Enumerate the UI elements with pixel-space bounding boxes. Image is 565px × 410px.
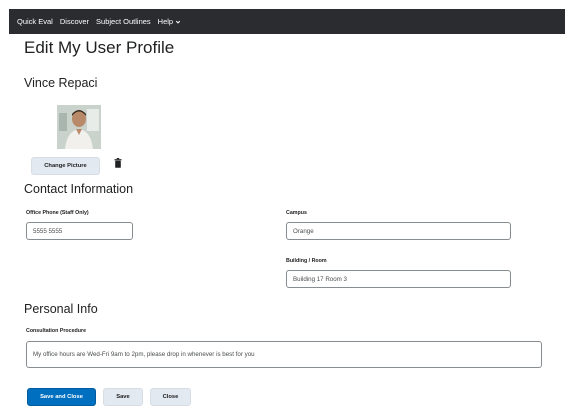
nav-help[interactable]: Help (158, 17, 181, 26)
profile-picture (57, 105, 101, 149)
office-phone-field[interactable] (26, 222, 133, 240)
personal-info-heading: Personal Info (24, 302, 98, 316)
avatar-image (57, 105, 101, 149)
nav-help-label: Help (157, 17, 174, 26)
chevron-down-icon (175, 20, 181, 24)
top-navbar: Quick Eval Discover Subject Outlines Hel… (9, 9, 565, 34)
save-button[interactable]: Save (103, 388, 143, 406)
save-and-close-button[interactable]: Save and Close (27, 388, 96, 406)
page-title: Edit My User Profile (24, 38, 175, 57)
user-display-name: Vince Repaci (24, 76, 98, 90)
building-room-label: Building / Room (286, 258, 327, 264)
office-phone-label: Office Phone (Staff Only) (26, 210, 89, 216)
building-room-field[interactable] (286, 270, 511, 288)
trash-icon[interactable] (114, 158, 122, 168)
campus-label: Campus (286, 210, 307, 216)
contact-information-heading: Contact Information (24, 182, 134, 196)
consultation-procedure-field[interactable] (26, 341, 542, 368)
change-picture-button[interactable]: Change Picture (31, 157, 100, 175)
close-button[interactable]: Close (150, 388, 191, 406)
consultation-procedure-label: Consultation Procedure (26, 328, 87, 334)
campus-field[interactable] (286, 222, 511, 240)
nav-discover[interactable]: Discover (60, 17, 89, 26)
nav-subject-outlines[interactable]: Subject Outlines (96, 17, 151, 26)
nav-quick-eval[interactable]: Quick Eval (17, 17, 53, 26)
